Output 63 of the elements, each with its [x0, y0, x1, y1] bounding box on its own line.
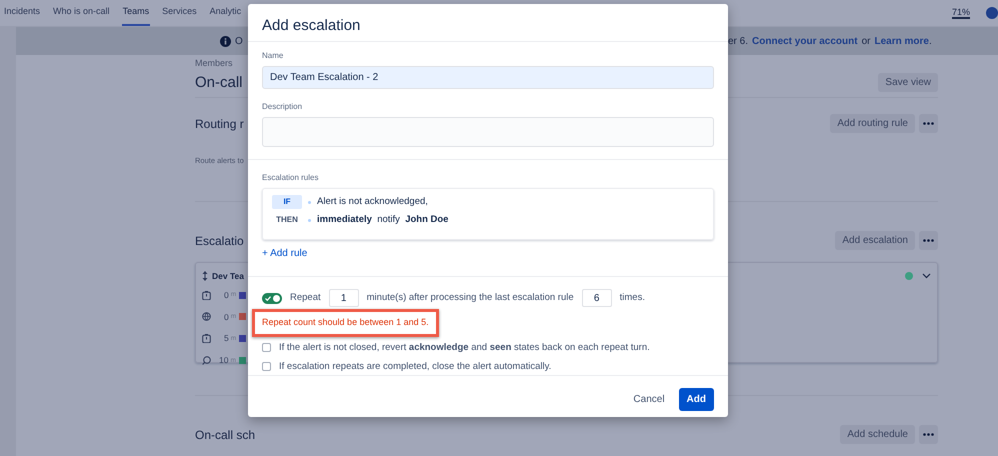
banner-link[interactable]: Learn more [874, 34, 929, 48]
nav-tab[interactable]: Services [161, 0, 198, 26]
delay-time: 5 [224, 332, 229, 345]
section-button[interactable]: Add routing rule [830, 114, 915, 133]
delay-time: 0 [224, 310, 229, 324]
checkbox[interactable] [262, 362, 271, 372]
globe-icon [202, 312, 211, 322]
banner-text: O [235, 34, 243, 48]
more-button[interactable] [919, 425, 938, 444]
option-label: If the alert is not closed, revert acknowledge and seen states back on each repeat turn. [279, 340, 650, 354]
section-button[interactable]: Add schedule [840, 425, 915, 444]
repeat-text: times. [620, 290, 645, 305]
banner-link[interactable]: Connect your account [752, 34, 858, 48]
card-title: Dev Tea [212, 270, 244, 283]
nav-tab[interactable]: Incidents [3, 0, 42, 26]
more-icon [923, 122, 934, 125]
delay-time: 0 [224, 288, 229, 302]
description-field[interactable] [262, 117, 714, 147]
section-title: Routing r [195, 116, 244, 132]
rule-keyword: THEN [275, 214, 299, 226]
section-title: Escalatio [195, 232, 244, 250]
timer-icon [202, 334, 211, 344]
repeat-label: Repeat [290, 290, 321, 305]
minutes-field[interactable]: 1 [328, 289, 359, 307]
field-label: Name [262, 50, 284, 62]
rule-text: immediately notify John Doe [317, 213, 448, 228]
check-icon [265, 296, 271, 300]
add-rule-link[interactable]: + Add rule [262, 246, 308, 261]
repeat-toggle[interactable] [262, 292, 282, 304]
save-view-button[interactable]: Save view [878, 73, 938, 92]
info-icon [220, 36, 231, 46]
more-icon [923, 433, 934, 436]
banner-text: er 6. [728, 34, 748, 48]
zoom-level[interactable]: 71% [952, 7, 970, 19]
sort-icon [202, 271, 208, 282]
add-button[interactable]: Add [678, 388, 714, 411]
error-message: Repeat count should be between 1 and 5. [252, 309, 439, 336]
breadcrumb[interactable]: Members [195, 58, 233, 68]
more-button[interactable] [919, 114, 938, 133]
section-label: Escalation rules [262, 172, 320, 184]
section-button[interactable]: Add escalation [835, 231, 915, 250]
cancel-button[interactable]: Cancel [627, 388, 671, 411]
section-title: On-call sch [195, 426, 256, 444]
nav-tab[interactable]: Analytic [208, 0, 242, 26]
rule-text: Alert is not acknowledged, [317, 195, 428, 209]
name-field[interactable]: Dev Team Escalation - 2 [262, 66, 714, 89]
banner-text: or [862, 34, 870, 48]
chat-icon [202, 356, 211, 365]
avatar-icon[interactable] [986, 7, 998, 19]
checkbox[interactable] [262, 343, 271, 352]
field-label: Description [262, 101, 304, 113]
page-title: On-call [195, 72, 243, 92]
rule-keyword: IF [272, 195, 302, 210]
nav-tab[interactable]: Who is on-call [52, 0, 111, 26]
option-label: If escalation repeats are completed, close the alert automatically. [279, 360, 552, 374]
count-field[interactable]: 6 [582, 289, 612, 307]
banner-text: . [928, 34, 932, 48]
more-icon [923, 239, 934, 242]
timer-icon [202, 290, 211, 300]
delay-time: 10 [219, 354, 228, 367]
dialog-title: Add escalation [248, 4, 728, 42]
more-button[interactable] [919, 231, 938, 250]
repeat-text: minute(s) after processing the last escalation rule [366, 290, 574, 305]
